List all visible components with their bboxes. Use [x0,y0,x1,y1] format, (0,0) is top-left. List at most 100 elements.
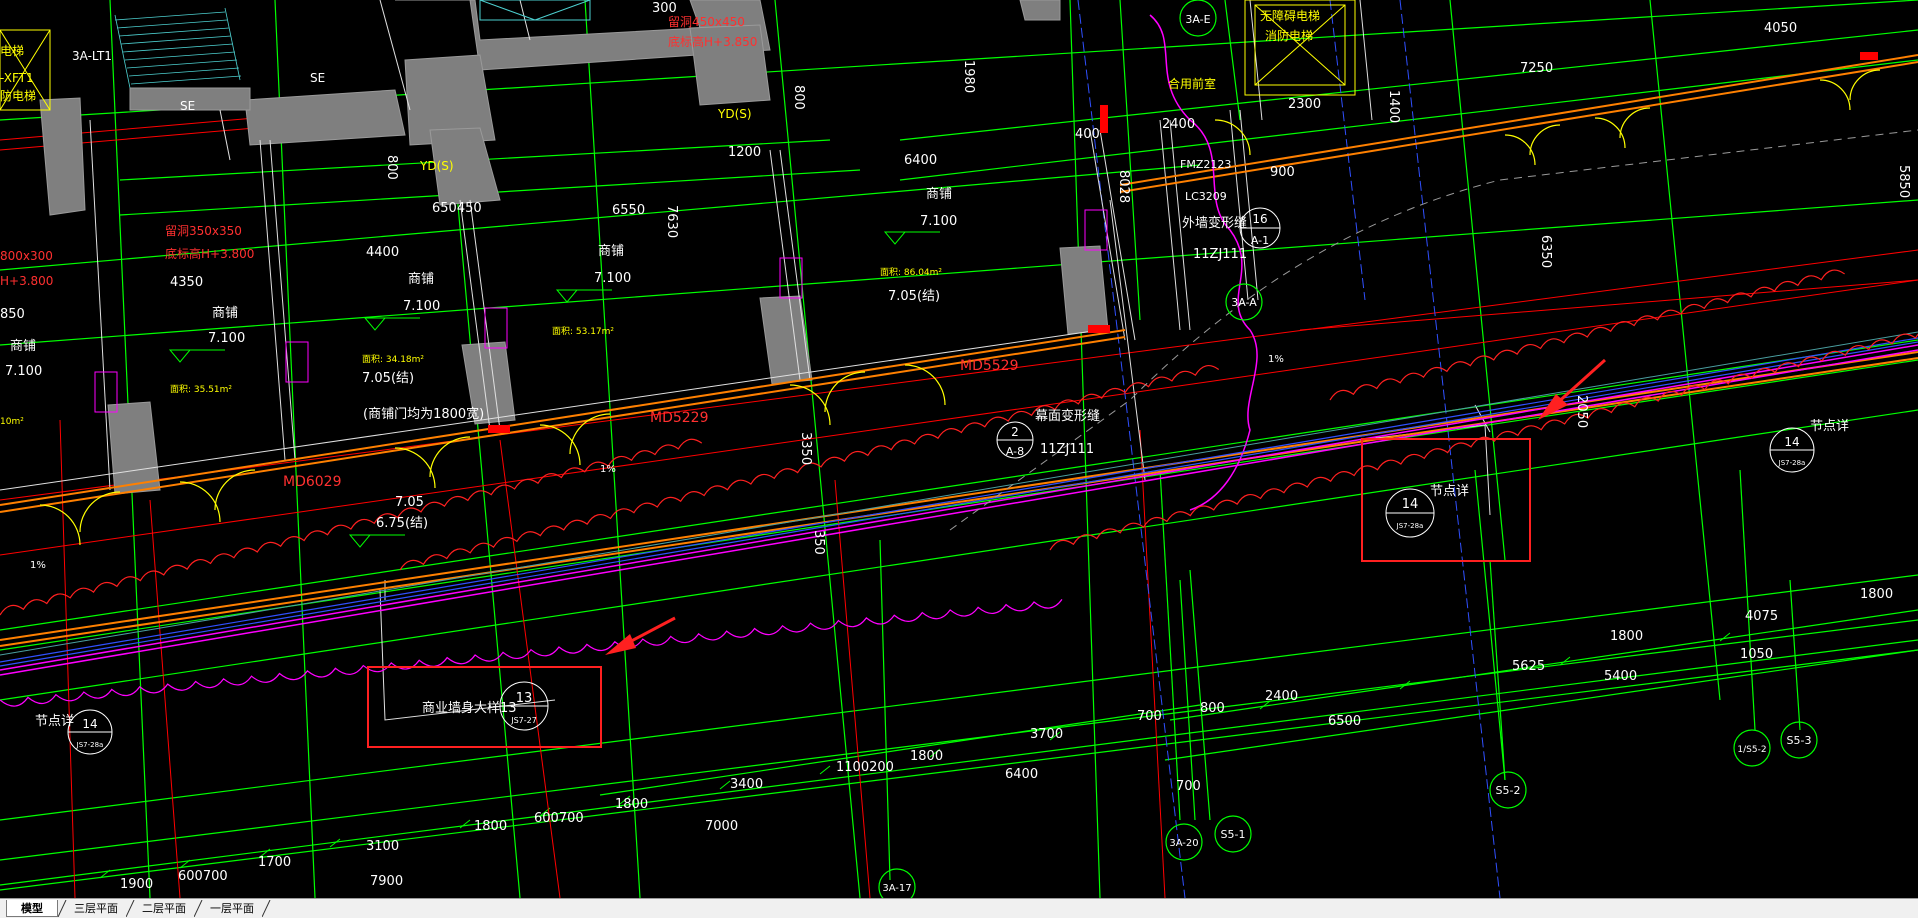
tab-third-floor-plan[interactable]: 三层平面 [64,900,128,917]
svg-text:350: 350 [811,530,826,555]
svg-text:商铺: 商铺 [10,339,36,354]
svg-text:1800: 1800 [1860,587,1893,602]
detail-bubble-14-box[interactable]: 14 JS7-28a [1385,488,1435,538]
svg-text:3A-E: 3A-E [1185,13,1210,26]
detail-bubble-14-left[interactable]: 14 JS7-28a [67,709,113,755]
svg-text:7.100: 7.100 [208,331,245,346]
cad-drawing-canvas[interactable]: 13 JS7-27 14 JS7-28a 14 JS7-28a 14 JS7-2… [0,0,1918,898]
svg-text:1050: 1050 [1740,647,1773,662]
svg-text:1900: 1900 [120,877,153,892]
window-marks-magenta [94,209,1108,413]
svg-text:14: 14 [1784,435,1799,449]
svg-text:7.05(结): 7.05(结) [362,371,414,386]
svg-text:S5-1: S5-1 [1221,828,1246,841]
svg-text:7.100: 7.100 [594,271,631,286]
svg-text:1800: 1800 [910,749,943,764]
svg-text:3350: 3350 [798,432,813,465]
revision-clouds-red [0,269,1918,616]
elevation-markers [168,231,940,548]
svg-text:4075: 4075 [1745,609,1778,624]
svg-text:2: 2 [1011,425,1019,439]
svg-text:5625: 5625 [1512,659,1545,674]
svg-text:7900: 7900 [370,874,403,889]
stair-hatch [114,7,242,89]
svg-text:7000: 7000 [705,819,738,834]
detail-bubble-13[interactable]: 13 JS7-27 [499,681,549,731]
svg-text:MD5229: MD5229 [650,410,709,426]
svg-text:H+3.800: H+3.800 [0,274,53,288]
svg-text:6350: 6350 [1538,235,1553,268]
svg-text:400: 400 [1075,127,1100,142]
svg-text:7.05(结): 7.05(结) [888,289,940,304]
svg-text:4350: 4350 [170,275,203,290]
svg-text:600700: 600700 [178,869,228,884]
svg-text:6400: 6400 [1005,767,1038,782]
svg-text:14: 14 [82,717,97,731]
svg-text:JS7-28a: JS7-28a [1396,522,1424,530]
svg-text:商铺: 商铺 [212,306,238,321]
tab-model[interactable]: 模型 [6,900,58,917]
lines-cyan-dim [0,331,1918,656]
svg-text:14: 14 [1402,497,1419,512]
svg-text:外墙变形缝: 外墙变形缝 [1182,215,1247,231]
svg-text:SE: SE [310,71,325,85]
svg-text:A-8: A-8 [1006,445,1024,458]
svg-text:2300: 2300 [1288,97,1321,112]
detail-bubble-16[interactable]: 16 A-1 [1239,207,1281,249]
svg-text:1/S5-2: 1/S5-2 [1737,745,1766,755]
svg-text:底标高H+3.800: 底标高H+3.800 [165,246,254,261]
svg-text:8028: 8028 [1116,170,1131,203]
svg-text:MD6029: MD6029 [283,474,342,490]
tab-second-floor-plan[interactable]: 二层平面 [132,900,196,917]
svg-text:面积: 34.18m²: 面积: 34.18m² [362,353,424,365]
svg-text:1100200: 1100200 [836,760,894,775]
svg-text:LC3209: LC3209 [1185,190,1227,203]
axis-lines-red [0,114,1918,898]
svg-text:A-1: A-1 [1251,234,1269,247]
svg-text:无障碍电梯: 无障碍电梯 [1260,8,1320,23]
svg-text:4050: 4050 [1764,21,1797,36]
tab-first-floor-plan[interactable]: 一层平面 [200,900,264,917]
svg-text:电梯: 电梯 [0,44,24,58]
layout-tab-bar: 模型 三层平面 二层平面 一层平面 [0,898,1918,918]
detail-bubble-14-right[interactable]: 14 JS7-28a [1769,427,1815,473]
svg-text:300: 300 [652,1,677,16]
svg-text:7630: 7630 [664,205,679,238]
highlight-box-commercial-wall[interactable] [367,666,602,748]
svg-text:幕面变形缝: 幕面变形缝 [1035,408,1100,424]
elevator-box-left [0,29,51,111]
bubble-13-top: 13 [516,691,533,706]
svg-text:YD(S): YD(S) [717,107,752,121]
svg-text:6400: 6400 [904,153,937,168]
svg-text:留洞350x350: 留洞350x350 [165,224,242,238]
svg-text:3A-LT1: 3A-LT1 [72,49,112,63]
svg-text:800x300: 800x300 [0,249,53,263]
svg-text:16: 16 [1252,212,1267,226]
svg-text:800: 800 [791,85,806,110]
svg-text:10m²: 10m² [0,417,24,427]
svg-text:商铺: 商铺 [598,244,624,259]
highlight-box-node-detail[interactable] [1361,438,1531,562]
tab-separator [262,900,272,917]
annotation-arrow-left [605,616,676,655]
svg-text:3A-20: 3A-20 [1169,838,1198,849]
svg-text:1400: 1400 [1386,90,1401,123]
elevator-box-top-center [479,0,591,21]
svg-text:商铺: 商铺 [408,272,434,287]
detail-bubble-2[interactable]: 2 A-8 [996,421,1034,459]
room-labels: 商铺 商铺 商铺 商铺 商铺 节点详 节点详 节点详 商业墙身大样13 幕面变形… [10,187,1849,729]
svg-text:商铺: 商铺 [926,187,952,202]
doors-yellow [39,69,1881,546]
svg-text:800: 800 [384,155,399,180]
svg-text:节点详: 节点详 [1430,484,1469,499]
svg-text:JS7-28a: JS7-28a [76,741,104,749]
svg-text:3A-17: 3A-17 [882,883,911,894]
svg-text:JS7-28a: JS7-28a [1778,459,1806,467]
walls-gray [39,0,1109,495]
svg-text:1%: 1% [30,560,46,571]
svg-text:1%: 1% [1268,354,1284,365]
svg-text:(商铺门均为1800宽): (商铺门均为1800宽) [363,406,484,422]
svg-text:3A-A: 3A-A [1231,296,1257,309]
svg-text:4400: 4400 [366,245,399,260]
bubble-13-bottom: JS7-27 [510,716,537,725]
